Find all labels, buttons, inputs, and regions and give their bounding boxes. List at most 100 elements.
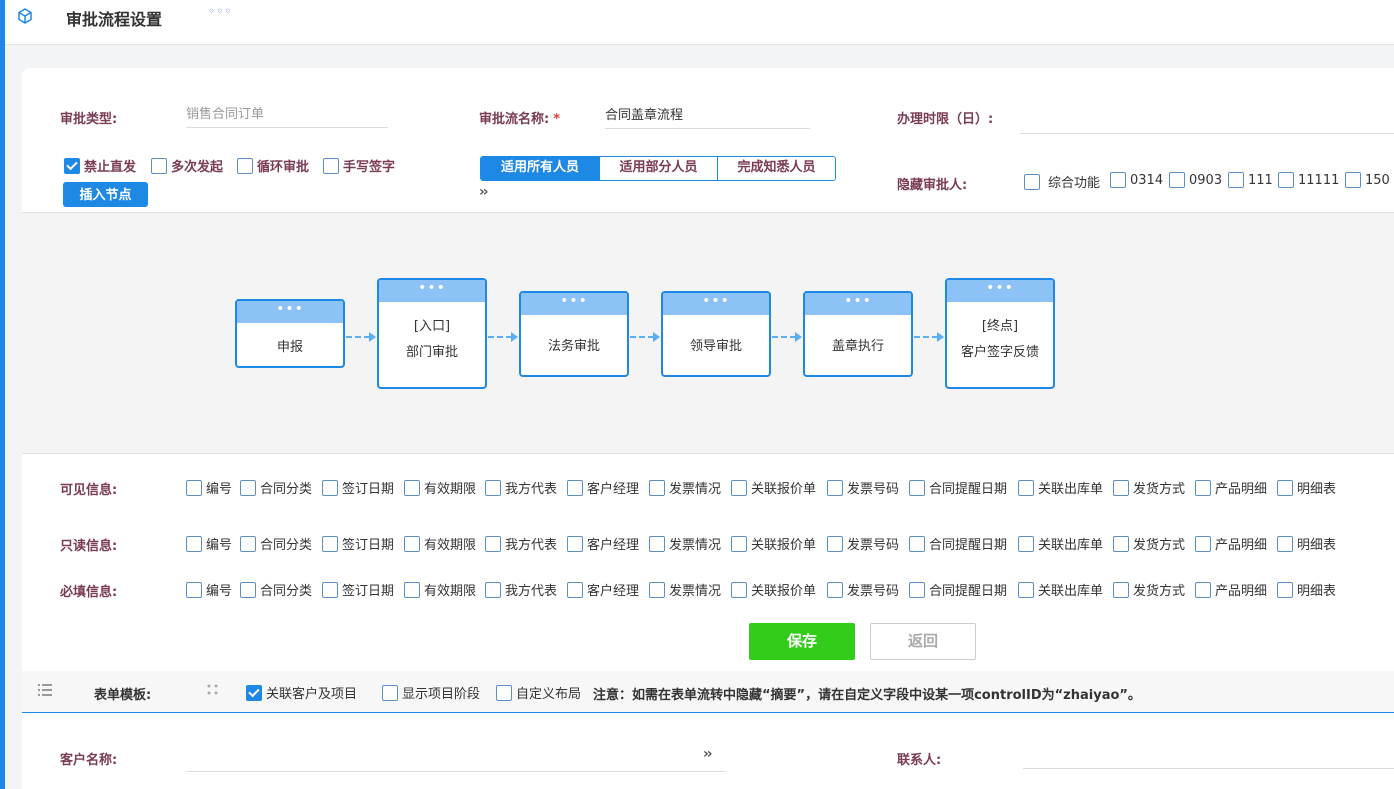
expand-chevron-icon[interactable]: ›› bbox=[479, 184, 488, 200]
hidden-approver-option[interactable]: 0314 bbox=[1110, 172, 1163, 188]
node-menu-icon[interactable]: ••• bbox=[805, 293, 911, 315]
hidden-approver-option[interactable]: 111 bbox=[1228, 172, 1273, 188]
contact-input[interactable] bbox=[1023, 745, 1394, 769]
checkbox-icon bbox=[151, 157, 167, 174]
readonly-field-option[interactable]: 合同提醒日期 bbox=[909, 534, 1007, 553]
checkbox-icon bbox=[382, 684, 398, 701]
option-handwritten-sign[interactable]: 手写签字 bbox=[323, 156, 395, 175]
checkbox-icon bbox=[485, 581, 501, 598]
node-menu-icon[interactable]: ••• bbox=[947, 280, 1053, 302]
hidden-approver-option[interactable]: 11111 bbox=[1278, 172, 1339, 188]
insert-node-button[interactable]: 插入节点 bbox=[63, 182, 148, 207]
readonly-field-option[interactable]: 关联报价单 bbox=[731, 534, 816, 553]
approval-type-field[interactable]: 销售合同订单 bbox=[186, 104, 388, 128]
flow-arrow bbox=[630, 332, 660, 342]
template-option-custom-layout[interactable]: 自定义布局 bbox=[496, 683, 581, 702]
option-loop-approval[interactable]: 循环审批 bbox=[237, 156, 309, 175]
hidden-approver-option[interactable]: 综合功能 bbox=[1024, 172, 1100, 191]
template-option-link-customer[interactable]: 关联客户及项目 bbox=[246, 683, 357, 702]
customer-name-label: 客户名称: bbox=[60, 753, 118, 768]
customer-name-input[interactable] bbox=[186, 748, 726, 772]
flow-node-customer-feedback[interactable]: ••• [终点] 客户签字反馈 bbox=[945, 278, 1055, 389]
checkbox-icon bbox=[237, 157, 253, 174]
flow-node-leader-approval[interactable]: ••• 领导审批 bbox=[661, 291, 771, 377]
hidden-approver-option[interactable]: 150 bbox=[1345, 172, 1390, 188]
checkbox-icon bbox=[186, 479, 202, 496]
required-field-option[interactable]: 发票号码 bbox=[827, 580, 899, 599]
template-option-show-stage[interactable]: 显示项目阶段 bbox=[382, 683, 480, 702]
required-field-option[interactable]: 明细表 bbox=[1277, 580, 1336, 599]
checkbox-icon bbox=[1277, 535, 1293, 552]
checkbox-icon bbox=[1018, 479, 1034, 496]
checkbox-icon bbox=[1277, 479, 1293, 496]
visible-field-option[interactable]: 发票号码 bbox=[827, 478, 899, 497]
visible-field-option[interactable]: 合同分类 bbox=[240, 478, 312, 497]
flow-node-report[interactable]: ••• 申报 bbox=[235, 299, 345, 368]
visible-field-option[interactable]: 明细表 bbox=[1277, 478, 1336, 497]
list-icon[interactable] bbox=[38, 684, 52, 696]
readonly-field-option[interactable]: 我方代表 bbox=[485, 534, 557, 553]
readonly-field-option[interactable]: 产品明细 bbox=[1195, 534, 1267, 553]
tab-partial-staff[interactable]: 适用部分人员 bbox=[599, 157, 717, 180]
hidden-approver-option[interactable]: 0903 bbox=[1169, 172, 1222, 188]
readonly-field-option[interactable]: 明细表 bbox=[1277, 534, 1336, 553]
flow-node-seal-execution[interactable]: ••• 盖章执行 bbox=[803, 291, 913, 377]
customer-select-chevron-icon[interactable]: ›› bbox=[703, 746, 712, 762]
readonly-field-option[interactable]: 签订日期 bbox=[322, 534, 394, 553]
visible-field-option[interactable]: 发货方式 bbox=[1113, 478, 1185, 497]
checkbox-icon bbox=[1110, 172, 1126, 188]
option-no-direct[interactable]: 禁止直发 bbox=[64, 156, 136, 175]
deadline-input[interactable] bbox=[1020, 110, 1394, 134]
more-icon[interactable]: ◦◦◦ bbox=[208, 4, 232, 18]
flow-node-legal-approval[interactable]: ••• 法务审批 bbox=[519, 291, 629, 377]
tab-all-staff[interactable]: 适用所有人员 bbox=[481, 157, 599, 180]
node-menu-icon[interactable]: ••• bbox=[521, 293, 627, 315]
tab-notify-staff[interactable]: 完成知悉人员 bbox=[717, 157, 835, 180]
flow-name-input[interactable]: 合同盖章流程 bbox=[605, 105, 810, 129]
node-menu-icon[interactable]: ••• bbox=[663, 293, 769, 315]
required-field-option[interactable]: 有效期限 bbox=[404, 580, 476, 599]
required-field-option[interactable]: 签订日期 bbox=[322, 580, 394, 599]
visible-field-option[interactable]: 合同提醒日期 bbox=[909, 478, 1007, 497]
checkbox-icon bbox=[649, 479, 665, 496]
node-menu-icon[interactable]: ••• bbox=[237, 301, 343, 323]
visible-field-option[interactable]: 客户经理 bbox=[567, 478, 639, 497]
required-field-option[interactable]: 客户经理 bbox=[567, 580, 639, 599]
required-field-option[interactable]: 编号 bbox=[186, 580, 232, 599]
checkbox-icon bbox=[1113, 581, 1129, 598]
readonly-field-option[interactable]: 发票号码 bbox=[827, 534, 899, 553]
required-field-option[interactable]: 关联报价单 bbox=[731, 580, 816, 599]
required-field-option[interactable]: 合同提醒日期 bbox=[909, 580, 1007, 599]
required-field-option[interactable]: 产品明细 bbox=[1195, 580, 1267, 599]
readonly-field-option[interactable]: 发票情况 bbox=[649, 534, 721, 553]
checkbox-icon bbox=[1024, 173, 1040, 190]
readonly-field-option[interactable]: 有效期限 bbox=[404, 534, 476, 553]
visible-field-option[interactable]: 有效期限 bbox=[404, 478, 476, 497]
readonly-field-option[interactable]: 客户经理 bbox=[567, 534, 639, 553]
readonly-field-option[interactable]: 发货方式 bbox=[1113, 534, 1185, 553]
visible-field-option[interactable]: 签订日期 bbox=[322, 478, 394, 497]
visible-field-option[interactable]: 编号 bbox=[186, 478, 232, 497]
required-field-option[interactable]: 我方代表 bbox=[485, 580, 557, 599]
visible-field-option[interactable]: 产品明细 bbox=[1195, 478, 1267, 497]
checkbox-icon bbox=[186, 581, 202, 598]
visible-field-option[interactable]: 发票情况 bbox=[649, 478, 721, 497]
back-button[interactable]: 返回 bbox=[870, 623, 976, 660]
drag-handle-icon[interactable] bbox=[206, 683, 220, 697]
required-field-option[interactable]: 发票情况 bbox=[649, 580, 721, 599]
option-multi-launch[interactable]: 多次发起 bbox=[151, 156, 223, 175]
checkbox-icon bbox=[1345, 172, 1361, 188]
required-field-option[interactable]: 发货方式 bbox=[1113, 580, 1185, 599]
readonly-field-option[interactable]: 关联出库单 bbox=[1018, 534, 1103, 553]
visible-field-option[interactable]: 关联报价单 bbox=[731, 478, 816, 497]
node-menu-icon[interactable]: ••• bbox=[379, 280, 485, 302]
readonly-field-option[interactable]: 编号 bbox=[186, 534, 232, 553]
checkbox-icon bbox=[567, 581, 583, 598]
required-field-option[interactable]: 合同分类 bbox=[240, 580, 312, 599]
save-button[interactable]: 保存 bbox=[749, 623, 855, 660]
required-field-option[interactable]: 关联出库单 bbox=[1018, 580, 1103, 599]
visible-field-option[interactable]: 关联出库单 bbox=[1018, 478, 1103, 497]
readonly-field-option[interactable]: 合同分类 bbox=[240, 534, 312, 553]
flow-node-dept-approval[interactable]: ••• [入口] 部门审批 bbox=[377, 278, 487, 389]
visible-field-option[interactable]: 我方代表 bbox=[485, 478, 557, 497]
